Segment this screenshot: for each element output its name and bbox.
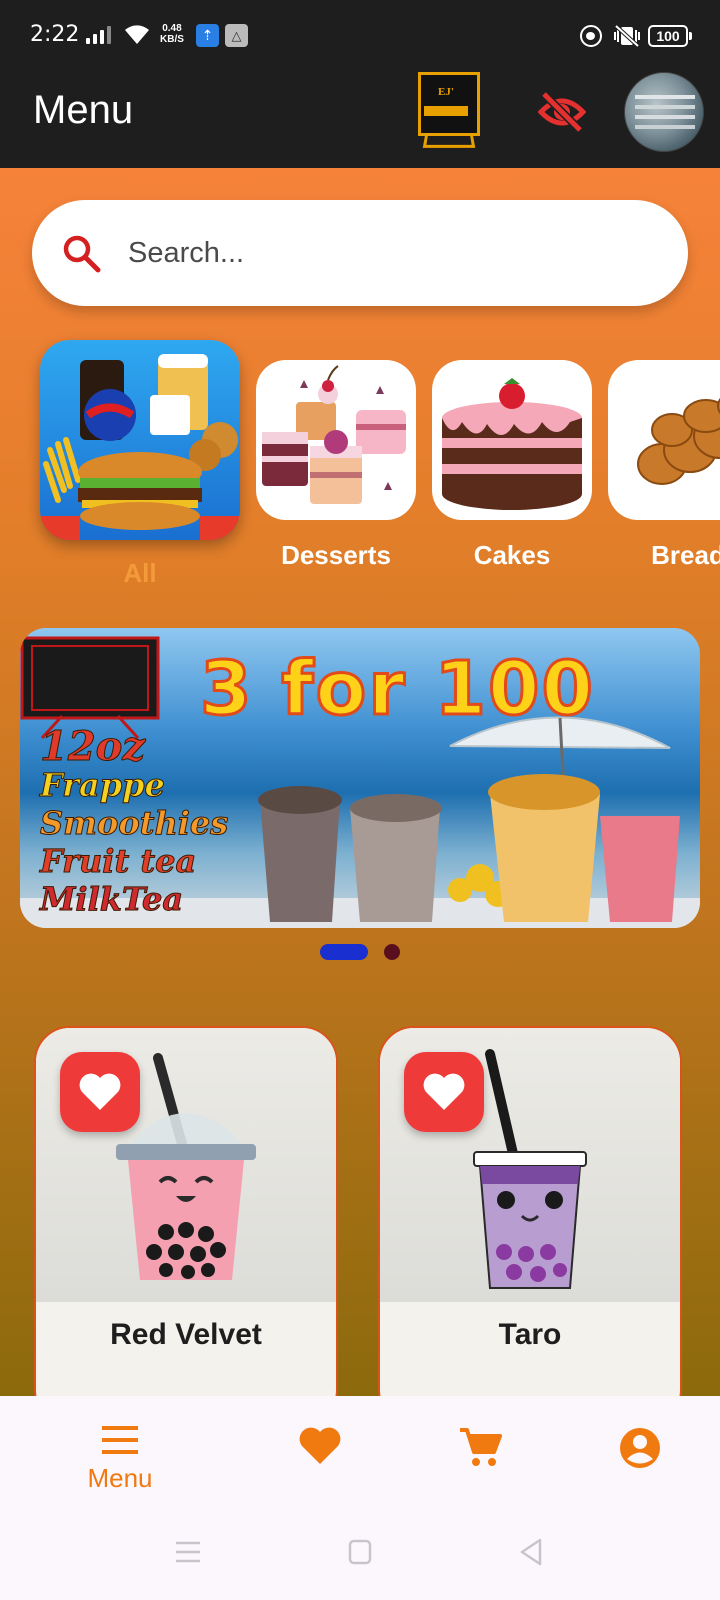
favorite-button[interactable] [404,1052,484,1132]
page-title: Menu [33,88,134,132]
favorite-button[interactable] [60,1052,140,1132]
category-cakes-image [432,360,592,520]
status-time: 2:22 [30,22,80,47]
banner-items: 12oz Frappe Smoothies Fruit tea MilkTea [39,723,229,919]
dnd-icon [580,25,602,47]
search-input[interactable] [128,224,648,282]
battery-indicator: 100 [648,25,692,47]
system-nav [0,1510,720,1600]
category-label: Desserts [281,540,391,570]
visibility-off-icon[interactable] [538,90,586,134]
bottom-nav: Menu [0,1396,720,1510]
product-image [36,1028,336,1302]
category-all[interactable]: All [40,340,240,589]
category-bread[interactable]: Bread [608,360,720,571]
nav-menu[interactable]: Menu [82,1424,158,1494]
avatar[interactable] [624,72,704,152]
nav-label: Menu [87,1463,153,1493]
banner-headline: 3 for 100 [198,645,596,734]
category-label: All [123,558,157,588]
wifi-icon [125,25,149,44]
app-bar: Menu EJ' [0,68,720,168]
signal-icon [86,24,111,44]
vibrate-off-icon [614,24,640,48]
net-speed: 0.48 KB/S [160,23,184,45]
heart-icon [79,1073,121,1110]
promo-banner[interactable]: 3 for 100 12oz Frappe Smoothies Fruit te… [20,628,700,928]
usb-icon: ⇡ [196,24,219,47]
heart-icon [423,1073,465,1110]
drive-icon: △ [225,24,248,47]
product-card[interactable]: Red Velvet [34,1026,338,1396]
category-all-image [40,340,240,540]
nav-account[interactable] [618,1426,662,1475]
category-desserts[interactable]: Desserts [256,360,416,571]
product-name: Taro [498,1318,562,1351]
product-card[interactable]: Taro [378,1026,682,1396]
back-icon[interactable] [518,1538,544,1566]
search-icon [63,235,101,273]
product-image [380,1028,680,1302]
account-icon [620,1428,660,1468]
product-name: Red Velvet [110,1318,262,1351]
carousel-dot[interactable] [384,944,400,960]
category-label: Cakes [473,540,551,570]
nav-favorites[interactable] [298,1426,342,1471]
status-bar: 2:22 0.48 KB/S ⇡ △ 100 [0,0,720,68]
main-content: All Desserts [0,168,720,1396]
search-bar[interactable] [32,200,688,306]
recent-apps-icon[interactable] [174,1540,202,1564]
category-bread-image [608,360,720,520]
nav-cart[interactable] [458,1426,502,1473]
category-label: Bread [651,540,720,570]
home-icon[interactable] [348,1539,372,1565]
category-cakes[interactable]: Cakes [432,360,592,571]
category-desserts-image [256,360,416,520]
menu-icon [102,1426,138,1454]
brand-logo: EJ' [418,72,480,150]
carousel-dot-active[interactable] [320,944,368,960]
heart-icon [299,1427,341,1464]
cart-icon [460,1428,502,1466]
